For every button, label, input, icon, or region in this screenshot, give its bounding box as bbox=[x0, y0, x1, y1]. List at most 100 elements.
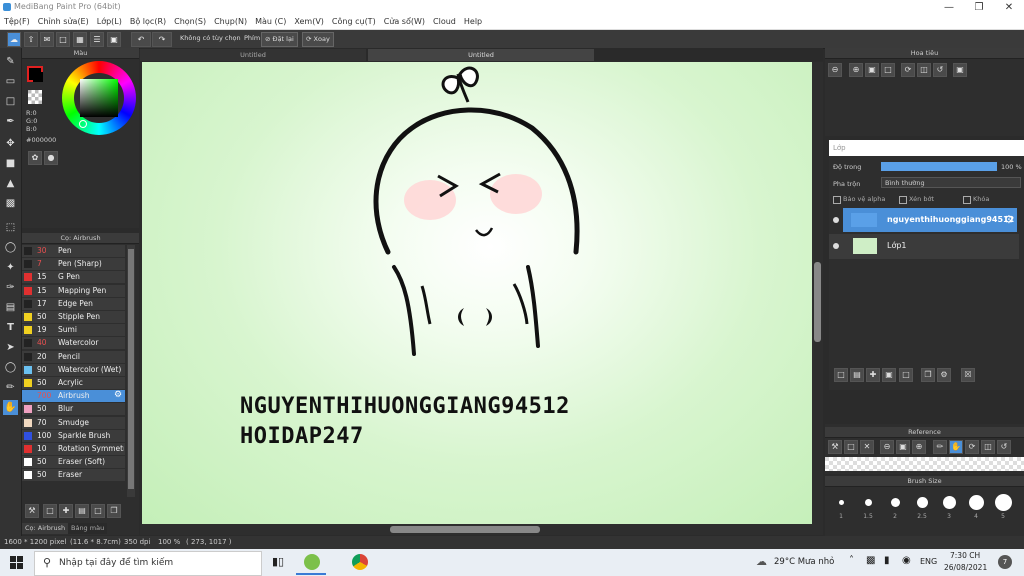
tab-palette[interactable]: Bảng màu bbox=[68, 523, 108, 534]
blend-mode-select[interactable]: Bình thường bbox=[881, 177, 1021, 188]
comment-icon[interactable]: □ bbox=[56, 32, 70, 47]
ref-hand-icon[interactable]: ✋ bbox=[949, 440, 963, 454]
brush-row[interactable]: 50 Blur bbox=[22, 403, 125, 417]
minimize-button[interactable]: — bbox=[934, 0, 964, 15]
magic-wand-icon[interactable]: ✦ bbox=[3, 260, 18, 275]
fill-rect-tool-icon[interactable]: ■ bbox=[3, 156, 18, 171]
menu-cloud[interactable]: Cloud bbox=[429, 15, 460, 27]
brush-row[interactable]: 100 Sparkle Brush bbox=[22, 429, 125, 443]
transparent-swatch[interactable] bbox=[28, 90, 42, 104]
nav-actual-icon[interactable]: □ bbox=[881, 63, 895, 77]
close-button[interactable]: ✕ bbox=[994, 0, 1024, 15]
cloud-icon[interactable]: ☁ bbox=[7, 32, 21, 47]
nav-zoom-out-icon[interactable]: ⊖ bbox=[828, 63, 842, 77]
tab-brush[interactable]: Cọ: Airbrush bbox=[22, 523, 69, 534]
redo-button[interactable]: ↷ bbox=[152, 32, 172, 47]
brush-row[interactable]: 7 Pen (Sharp) bbox=[22, 258, 125, 272]
undo-button[interactable]: ↶ bbox=[131, 32, 151, 47]
clock-date[interactable]: 26/08/2021 bbox=[944, 563, 987, 572]
menu-file[interactable]: Tệp(F) bbox=[0, 15, 34, 27]
select-tool-icon[interactable]: ⬚ bbox=[3, 220, 18, 235]
ref-rotate-icon[interactable]: ⟳ bbox=[965, 440, 979, 454]
ref-flip-icon[interactable]: ◫ bbox=[981, 440, 995, 454]
hue-picker[interactable] bbox=[79, 120, 87, 128]
hand-tool-icon[interactable]: ✋ bbox=[3, 400, 18, 415]
brush-row[interactable]: 17 Edge Pen bbox=[22, 297, 125, 311]
clock-time[interactable]: 7:30 CH bbox=[950, 551, 980, 560]
menu-edit[interactable]: Chỉnh sửa(E) bbox=[34, 15, 93, 27]
panel-icon[interactable]: ▣ bbox=[107, 32, 121, 47]
brush-row[interactable]: 700 Airbrush ⚙ bbox=[22, 390, 125, 404]
brush-scroll-thumb[interactable] bbox=[128, 249, 134, 489]
menu-snap[interactable]: Chụp(N) bbox=[210, 15, 251, 27]
brush-row[interactable]: 15 G Pen bbox=[22, 271, 125, 285]
brush-row[interactable]: 15 Mapping Pen bbox=[22, 284, 125, 298]
layer-add-icon[interactable]: ✚ bbox=[866, 368, 880, 382]
background-color-swatch[interactable] bbox=[33, 72, 43, 82]
layer-gear-icon[interactable]: ⚙ bbox=[1004, 213, 1014, 226]
menu-window[interactable]: Cửa sổ(W) bbox=[380, 15, 429, 27]
ref-fit-icon[interactable]: ▣ bbox=[896, 440, 910, 454]
opacity-slider[interactable] bbox=[881, 162, 997, 171]
layer-new-halftone-icon[interactable]: ▤ bbox=[850, 368, 864, 382]
windows-start-icon[interactable] bbox=[10, 556, 23, 569]
medibang-taskbar-icon[interactable] bbox=[304, 554, 320, 570]
tray-wifi-icon[interactable]: ◉ bbox=[902, 555, 911, 566]
tab-untitled-1[interactable]: Untitled bbox=[140, 49, 366, 61]
layer-merge-icon[interactable]: ❐ bbox=[921, 368, 935, 382]
list-icon[interactable]: ☰ bbox=[90, 32, 104, 47]
reset-button[interactable]: ⊘ Đặt lại bbox=[261, 32, 298, 47]
tray-chevron-icon[interactable]: ˄ bbox=[849, 555, 854, 566]
canvas-hscrollbar[interactable] bbox=[140, 524, 823, 535]
task-view-icon[interactable]: ▮▯ bbox=[272, 555, 284, 568]
layer-row-1[interactable]: nguyenthihuonggiang94512 ⚙ bbox=[829, 208, 1019, 233]
ref-settings-icon[interactable]: ⚒ bbox=[828, 440, 842, 454]
ref-close-icon[interactable]: ✕ bbox=[860, 440, 874, 454]
brush-row[interactable]: 10 Rotation Symmetry bbox=[22, 443, 125, 456]
layer-duplicate-icon[interactable]: ▣ bbox=[882, 368, 896, 382]
ref-reset-icon[interactable]: ↺ bbox=[997, 440, 1011, 454]
nav-fit-icon[interactable]: ▣ bbox=[865, 63, 879, 77]
brush-size-cell[interactable]: 5 bbox=[991, 492, 1015, 522]
menu-layer[interactable]: Lớp(L) bbox=[93, 15, 126, 27]
divide-tool-icon[interactable]: ◯ bbox=[3, 360, 18, 375]
drawing-canvas[interactable]: NGUYENTHIHUONGGIANG94512 HOIDAP247 bbox=[142, 62, 812, 524]
clipping-checkbox[interactable] bbox=[899, 196, 907, 204]
nav-rotate-icon[interactable]: ⟳ bbox=[901, 63, 915, 77]
brush-row[interactable]: 50 Eraser bbox=[22, 469, 125, 483]
layer-folder-icon[interactable]: □ bbox=[899, 368, 913, 382]
chrome-taskbar-icon[interactable] bbox=[352, 554, 368, 570]
brush-size-cell[interactable]: 3 bbox=[937, 492, 961, 522]
brush-row[interactable]: 40 Watercolor bbox=[22, 337, 125, 351]
menu-tools[interactable]: Công cụ(T) bbox=[328, 15, 380, 27]
grid-icon[interactable]: ▦ bbox=[73, 32, 87, 47]
brush-row[interactable]: 70 Smudge bbox=[22, 416, 125, 430]
brush-folder-icon[interactable]: □ bbox=[91, 504, 105, 518]
menu-color[interactable]: Màu (C) bbox=[251, 15, 290, 27]
ref-folder-icon[interactable]: □ bbox=[844, 440, 858, 454]
upload-icon[interactable]: ⇧ bbox=[24, 32, 38, 47]
hscroll-thumb[interactable] bbox=[390, 526, 540, 533]
brush-copy-icon[interactable]: ▤ bbox=[75, 504, 89, 518]
text-tool-icon[interactable]: T bbox=[3, 320, 18, 335]
taskbar-search-box[interactable]: ⚲ Nhập tại đây để tìm kiếm bbox=[34, 551, 262, 576]
language-indicator[interactable]: ENG bbox=[920, 557, 937, 566]
brush-settings-icon[interactable]: ⚒ bbox=[25, 504, 39, 518]
lasso-tool-icon[interactable]: ◯ bbox=[3, 240, 18, 255]
rect-tool-icon[interactable]: □ bbox=[3, 94, 18, 109]
tray-battery-icon[interactable]: ▮ bbox=[884, 555, 890, 566]
reference-preview[interactable] bbox=[825, 457, 1024, 471]
brush-row[interactable]: 50 Eraser (Soft) bbox=[22, 456, 125, 470]
brush-row[interactable]: 90 Watercolor (Wet) bbox=[22, 363, 125, 377]
layer-row-2[interactable]: Lớp1 bbox=[829, 234, 1019, 259]
select-eraser-icon[interactable]: ▤ bbox=[3, 300, 18, 315]
brush-new-icon[interactable]: □ bbox=[43, 504, 57, 518]
ref-zoom-in-icon[interactable]: ⊕ bbox=[912, 440, 926, 454]
brush-size-cell[interactable]: 1.5 bbox=[856, 492, 880, 522]
maximize-button[interactable]: ❐ bbox=[964, 0, 994, 15]
operation-tool-icon[interactable]: ➤ bbox=[3, 340, 18, 355]
layer-visibility-icon[interactable] bbox=[833, 217, 839, 223]
menu-filter[interactable]: Bộ lọc(R) bbox=[126, 15, 170, 27]
brush-size-cell[interactable]: 2.5 bbox=[910, 492, 934, 522]
menu-select[interactable]: Chọn(S) bbox=[170, 15, 210, 27]
